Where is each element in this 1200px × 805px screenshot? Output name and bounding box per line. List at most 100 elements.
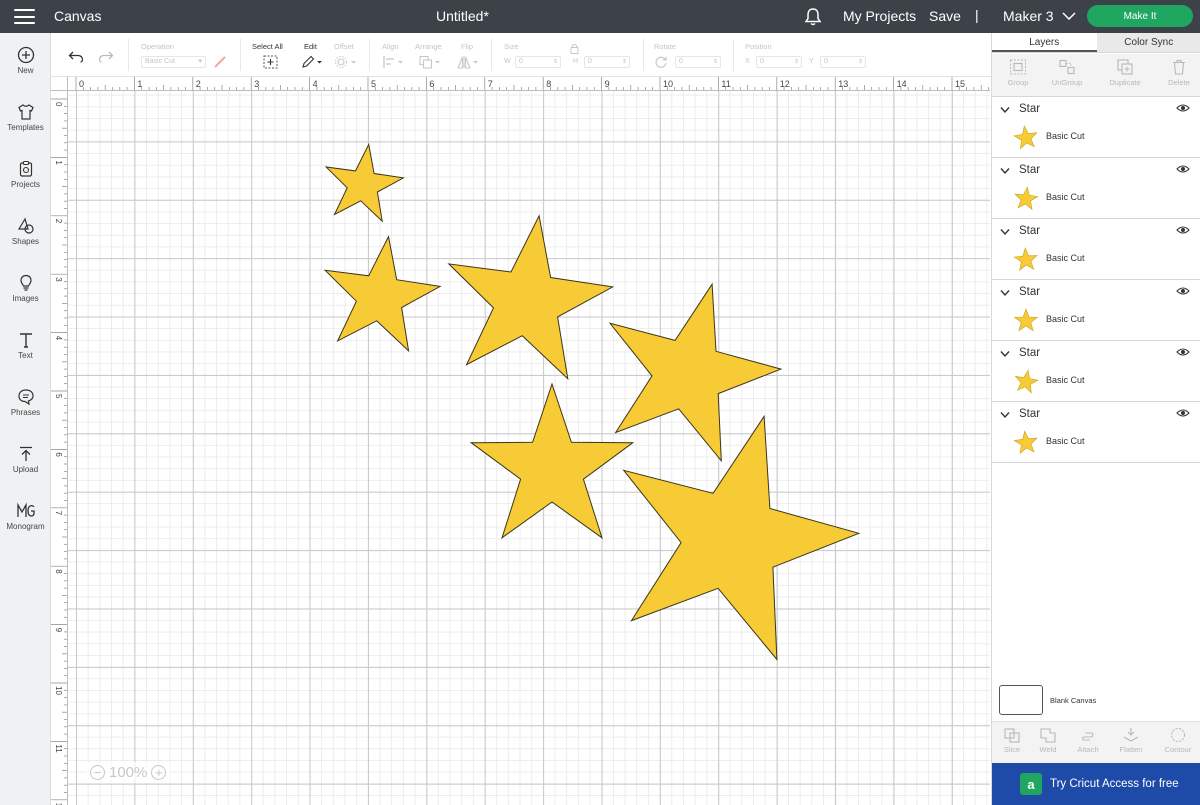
offset-icon[interactable] <box>334 55 358 69</box>
sidebar-item-phrases[interactable]: Phrases <box>0 388 51 417</box>
cricut-access-banner[interactable]: a Try Cricut Access for free <box>992 763 1200 805</box>
sidebar-item-text[interactable]: Text <box>0 331 51 360</box>
blank-canvas-swatch[interactable] <box>999 685 1043 715</box>
sidebar-item-upload[interactable]: Upload <box>0 445 51 474</box>
toolbar-divider <box>369 39 370 71</box>
chevron-down-icon[interactable] <box>1000 289 1010 297</box>
weld-button[interactable]: Weld <box>1028 727 1068 754</box>
star-shape[interactable] <box>469 382 635 540</box>
app-title: Canvas <box>54 8 102 24</box>
flatten-button[interactable]: Flatten <box>1111 727 1151 754</box>
chevron-down-icon[interactable] <box>1000 167 1010 175</box>
contour-button[interactable]: Contour <box>1158 727 1198 754</box>
sidebar-item-images[interactable]: Images <box>0 274 51 303</box>
sidebar-item-label: Templates <box>7 123 44 132</box>
ruler-left-scale: 0123456789101112 <box>51 98 67 805</box>
sidebar-item-label: Projects <box>11 180 40 189</box>
document-title[interactable]: Untitled* <box>436 8 489 24</box>
save-button[interactable]: Save <box>929 8 961 24</box>
attach-button[interactable]: Attach <box>1068 727 1108 754</box>
rotate-icon[interactable] <box>654 55 668 69</box>
star-shape[interactable] <box>622 414 861 661</box>
zoom-in-button[interactable]: + <box>151 765 167 780</box>
sidebar-item-shapes[interactable]: Shapes <box>0 217 51 246</box>
flip-label: Flip <box>461 42 474 51</box>
upload-icon <box>19 446 32 461</box>
rotate-input[interactable]: 0 ⇕ <box>675 56 721 68</box>
chevron-down-icon[interactable] <box>1000 228 1010 236</box>
slice-icon <box>1004 728 1020 743</box>
eye-icon[interactable] <box>1176 225 1190 235</box>
arrange-icon[interactable] <box>419 55 443 69</box>
eye-icon[interactable] <box>1176 408 1190 418</box>
machine-selector[interactable]: Maker 3 <box>1003 8 1076 24</box>
width-input[interactable]: 0 ⇕ <box>515 56 561 68</box>
edit-pencil-icon[interactable] <box>301 55 323 69</box>
star-shape[interactable] <box>323 235 442 353</box>
layer-row[interactable]: Star Basic Cut <box>992 280 1200 341</box>
chevron-down-icon[interactable] <box>1000 106 1010 114</box>
select-all-icon[interactable] <box>263 55 278 69</box>
sidebar-item-templates[interactable]: Templates <box>0 103 51 132</box>
hamburger-menu-icon[interactable] <box>14 9 35 24</box>
eye-icon[interactable] <box>1176 103 1190 113</box>
chevron-down-icon[interactable] <box>1000 411 1010 419</box>
sidebar-item-projects[interactable]: Projects <box>0 160 51 189</box>
sidebar-item-monogram[interactable]: Monogram <box>0 502 51 531</box>
sidebar-item-label: Phrases <box>10 408 41 417</box>
ruler-top-scale: 0 1 2 3 4 5 6 7 8 9 10 11 12 13 14 15 <box>75 77 989 90</box>
pen-color-icon[interactable] <box>213 55 227 69</box>
paperclip-icon <box>1081 732 1094 741</box>
y-position-input[interactable]: 0 ⇕ <box>820 56 866 68</box>
slice-button[interactable]: Slice <box>992 727 1032 754</box>
ruler-top-label: 13 <box>838 79 848 89</box>
ungroup-button[interactable]: UnGroup <box>1041 59 1093 87</box>
ruler-corner <box>51 77 68 91</box>
design-canvas[interactable] <box>68 91 990 805</box>
group-button[interactable]: Group <box>992 59 1044 87</box>
position-label: Position <box>745 42 772 51</box>
tab-layers[interactable]: Layers <box>992 33 1097 52</box>
layer-row[interactable]: Star Basic Cut <box>992 219 1200 280</box>
chevron-down-icon[interactable] <box>1000 350 1010 358</box>
undo-icon[interactable] <box>68 51 84 63</box>
layer-row[interactable]: Star Basic Cut <box>992 97 1200 158</box>
chevron-down-icon <box>1062 12 1076 20</box>
layer-operation: Basic Cut <box>1046 253 1085 263</box>
lock-icon[interactable] <box>570 43 579 54</box>
ruler-top-label: 4 <box>313 79 318 89</box>
rotate-label: Rotate <box>654 42 677 51</box>
star-shape[interactable] <box>324 142 405 223</box>
x-position-input[interactable]: 0 ⇕ <box>756 56 802 68</box>
ruler-left-label: 7 <box>54 511 63 516</box>
stepper-icon: ⇕ <box>793 59 799 65</box>
layer-row[interactable]: Star Basic Cut <box>992 158 1200 219</box>
align-icon[interactable] <box>382 55 406 69</box>
my-projects-link[interactable]: My Projects <box>843 8 916 24</box>
clipboard-icon <box>19 160 32 177</box>
eye-icon[interactable] <box>1176 286 1190 296</box>
operation-select[interactable]: Basic Cut ▾ <box>141 56 206 68</box>
redo-icon[interactable] <box>98 51 114 63</box>
height-input[interactable]: 0 ⇕ <box>584 56 630 68</box>
tab-color-sync[interactable]: Color Sync <box>1096 33 1200 52</box>
contour-icon <box>1170 727 1186 743</box>
layer-row[interactable]: Star Basic Cut <box>992 341 1200 402</box>
flip-icon[interactable] <box>457 55 481 69</box>
sidebar-item-new[interactable]: New <box>0 46 51 75</box>
eye-icon[interactable] <box>1176 347 1190 357</box>
star-shape[interactable] <box>447 214 615 381</box>
make-it-button[interactable]: Make It <box>1087 5 1193 27</box>
ruler-top: 0 1 2 3 4 5 6 7 8 9 10 11 12 13 14 15 <box>68 77 990 91</box>
operation-value: Basic Cut <box>145 58 175 65</box>
delete-button[interactable]: Delete <box>1153 59 1200 87</box>
layer-name: Star <box>1019 225 1041 237</box>
eye-icon[interactable] <box>1176 164 1190 174</box>
group-icon <box>1010 59 1026 75</box>
layer-row[interactable]: Star Basic Cut <box>992 402 1200 463</box>
duplicate-button[interactable]: Duplicate <box>1099 59 1151 87</box>
zoom-out-button[interactable]: − <box>90 765 105 780</box>
bell-icon[interactable] <box>804 7 822 27</box>
ruler-left-label: 6 <box>54 452 63 457</box>
zoom-level: 100% <box>109 764 148 781</box>
